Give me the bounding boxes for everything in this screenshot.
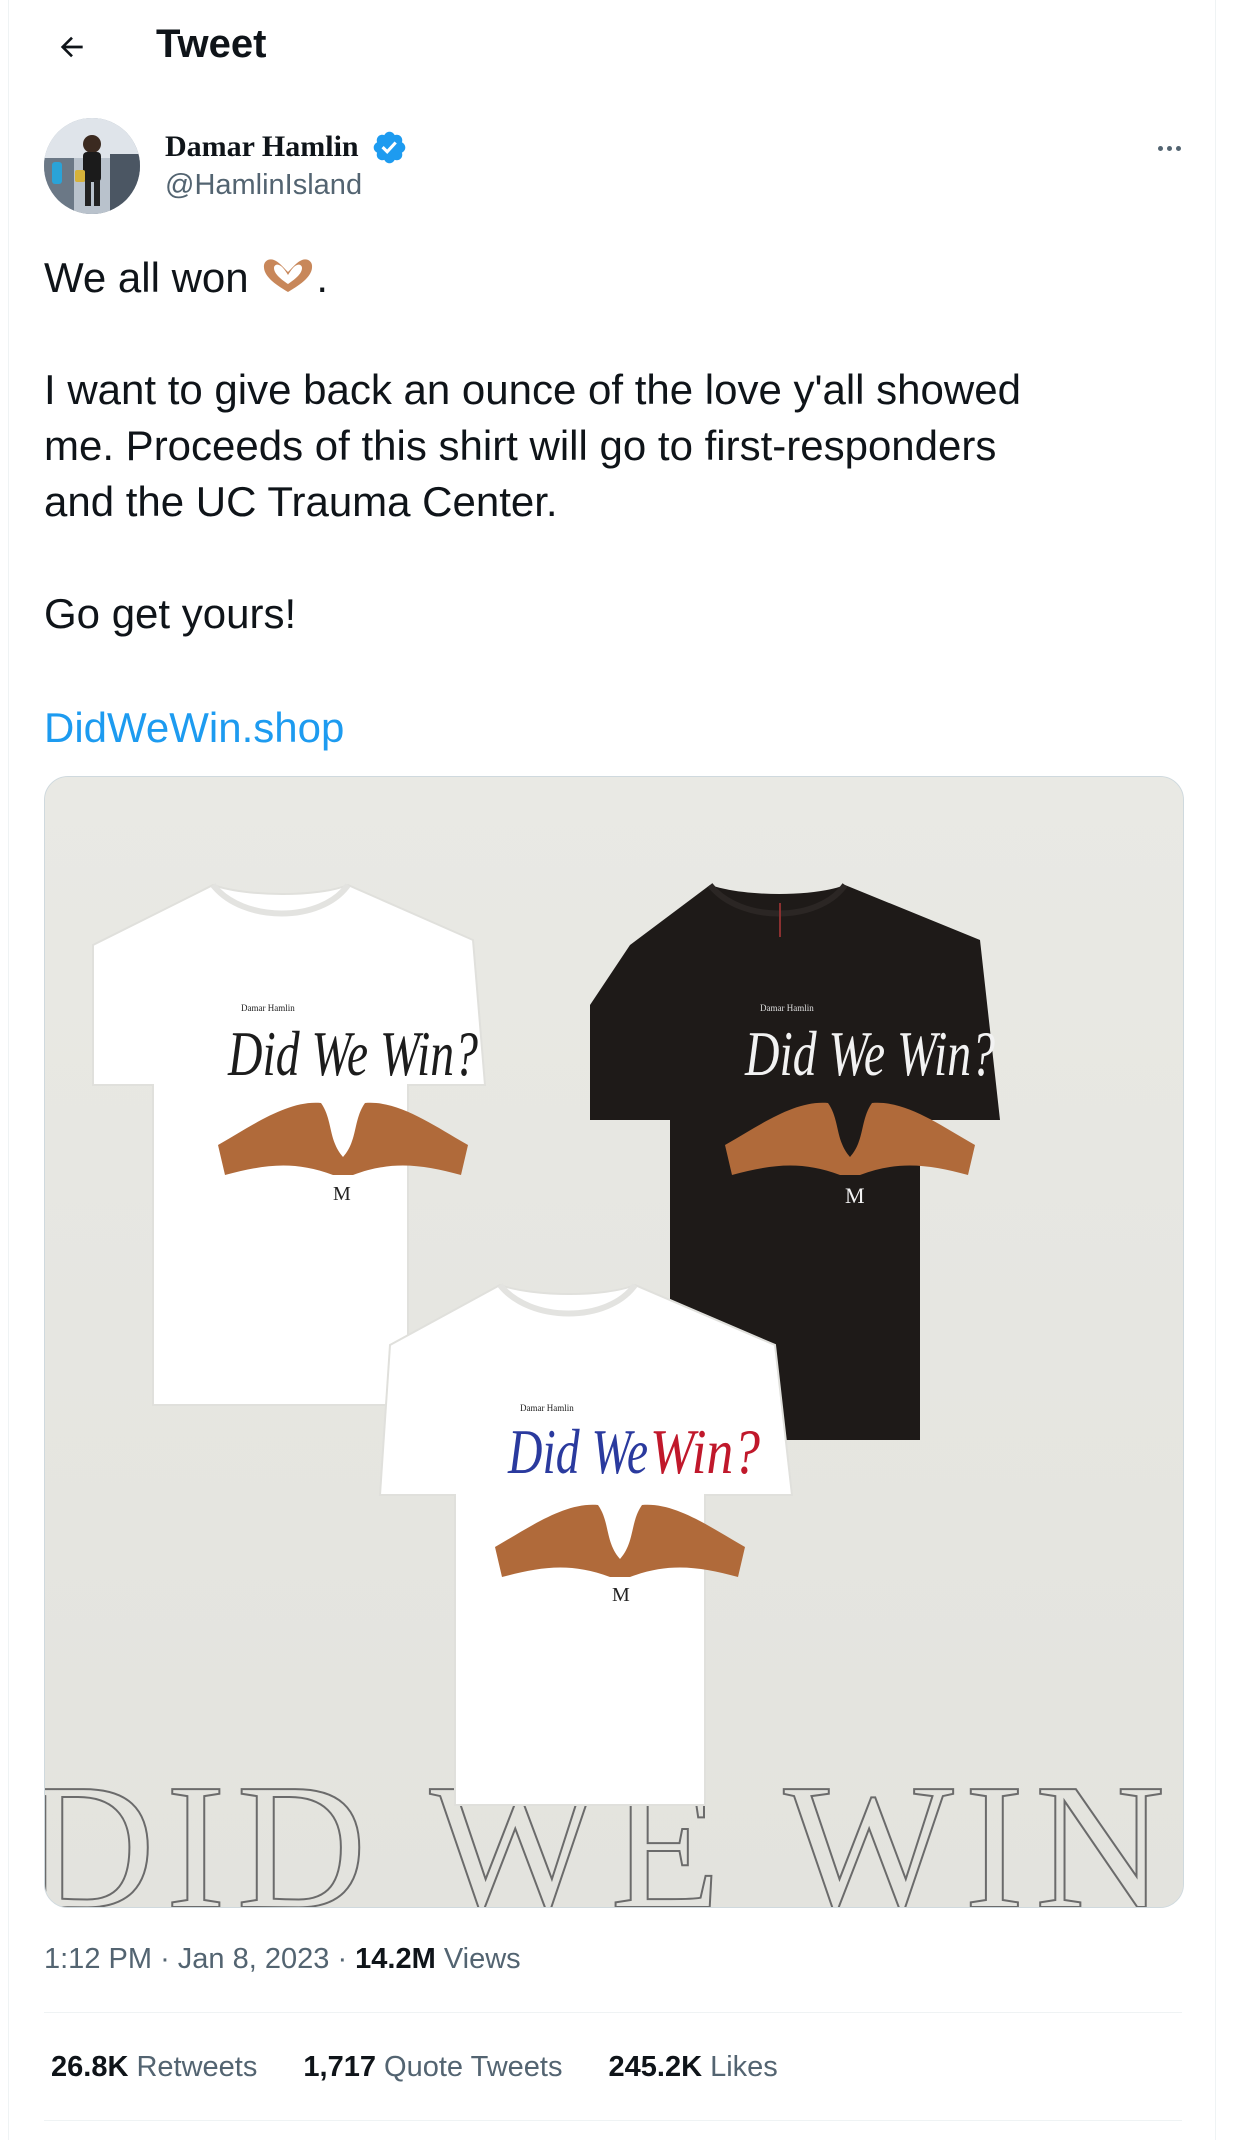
tweet-line-1: We all won . xyxy=(44,250,328,306)
shirt-headline: Did We Win? xyxy=(227,1018,478,1089)
author-handle[interactable]: @HamlinIsland xyxy=(165,169,362,202)
tweet-media-image[interactable]: DID WE WIN Damar Hamlin Did We Win? M Da… xyxy=(44,776,1184,1908)
likes-stat[interactable]: 245.2K Likes xyxy=(609,2050,778,2085)
more-horizontal-icon xyxy=(1157,145,1163,151)
shirt-headline-blue: Did We xyxy=(507,1416,648,1487)
author-name[interactable]: Damar Hamlin xyxy=(165,130,359,163)
shirt-mark: M xyxy=(845,1183,865,1208)
meta-separator: · xyxy=(160,1943,170,1975)
shirt-small-text: Damar Hamlin xyxy=(241,1003,295,1013)
tweet-paragraph-2-line: and the UC Trauma Center. xyxy=(44,478,558,525)
retweets-count: 26.8K xyxy=(51,2051,129,2083)
more-options-button[interactable] xyxy=(1144,128,1194,168)
shirt-headline-red: Win? xyxy=(650,1416,760,1487)
shirt-mark: M xyxy=(333,1183,351,1205)
shirt-small-text: Damar Hamlin xyxy=(520,1403,574,1413)
page-title: Tweet xyxy=(156,22,267,66)
engagement-stats: 26.8K Retweets 1,717 Quote Tweets 245.2K… xyxy=(51,2050,816,2085)
tweet-paragraph-2-line: I want to give back an ounce of the love… xyxy=(44,366,1021,413)
tweet-paragraph-2: I want to give back an ounce of the love… xyxy=(44,362,1021,530)
divider xyxy=(44,2012,1182,2013)
shirt-headline: Did We Win? xyxy=(744,1018,995,1089)
likes-label: Likes xyxy=(710,2051,778,2083)
tweet-paragraph-3: Go get yours! xyxy=(44,590,297,637)
shirt-small-text: Damar Hamlin xyxy=(760,1003,814,1013)
heart-hands-emoji xyxy=(264,259,313,292)
retweets-label: Retweets xyxy=(136,2051,258,2083)
top-bar: Tweet xyxy=(9,0,1215,88)
tweet-line-1-text: We all won xyxy=(44,254,261,301)
retweets-stat[interactable]: 26.8K Retweets xyxy=(51,2050,257,2085)
tweet-link[interactable]: DidWeWin.shop xyxy=(44,700,344,756)
tweet-time[interactable]: 1:12 PM xyxy=(44,1943,152,1975)
divider xyxy=(44,2120,1182,2121)
back-button[interactable] xyxy=(47,22,97,72)
shirt-mark: M xyxy=(612,1584,630,1606)
tweet-date[interactable]: Jan 8, 2023 xyxy=(178,1943,330,1975)
likes-count: 245.2K xyxy=(608,2051,703,2083)
more-dot xyxy=(1175,145,1181,151)
views-label: Views xyxy=(443,1943,521,1975)
avatar-photo xyxy=(44,118,140,214)
views-count: 14.2M xyxy=(355,1943,436,1975)
quote-tweets-label: Quote Tweets xyxy=(384,2051,563,2083)
shirts-photo: DID WE WIN Damar Hamlin Did We Win? M Da… xyxy=(45,777,1183,1907)
quote-tweets-count: 1,717 xyxy=(303,2051,376,2083)
verified-badge-icon xyxy=(373,131,406,164)
avatar[interactable] xyxy=(44,118,140,214)
meta-separator: · xyxy=(337,1943,348,1975)
tweet-detail-column: Tweet Damar Hamlin @HamlinIsland We all … xyxy=(8,0,1216,2140)
arrow-left-icon xyxy=(60,36,83,58)
tweet-paragraph-2-line: me. Proceeds of this shirt will go to fi… xyxy=(44,422,997,469)
quote-tweets-stat[interactable]: 1,717 Quote Tweets xyxy=(303,2050,562,2085)
tweet-meta: 1:12 PM · Jan 8, 2023 · 14.2M Views xyxy=(44,1942,521,1977)
more-dot xyxy=(1166,145,1172,151)
tweet-line-1-suffix: . xyxy=(316,254,328,301)
